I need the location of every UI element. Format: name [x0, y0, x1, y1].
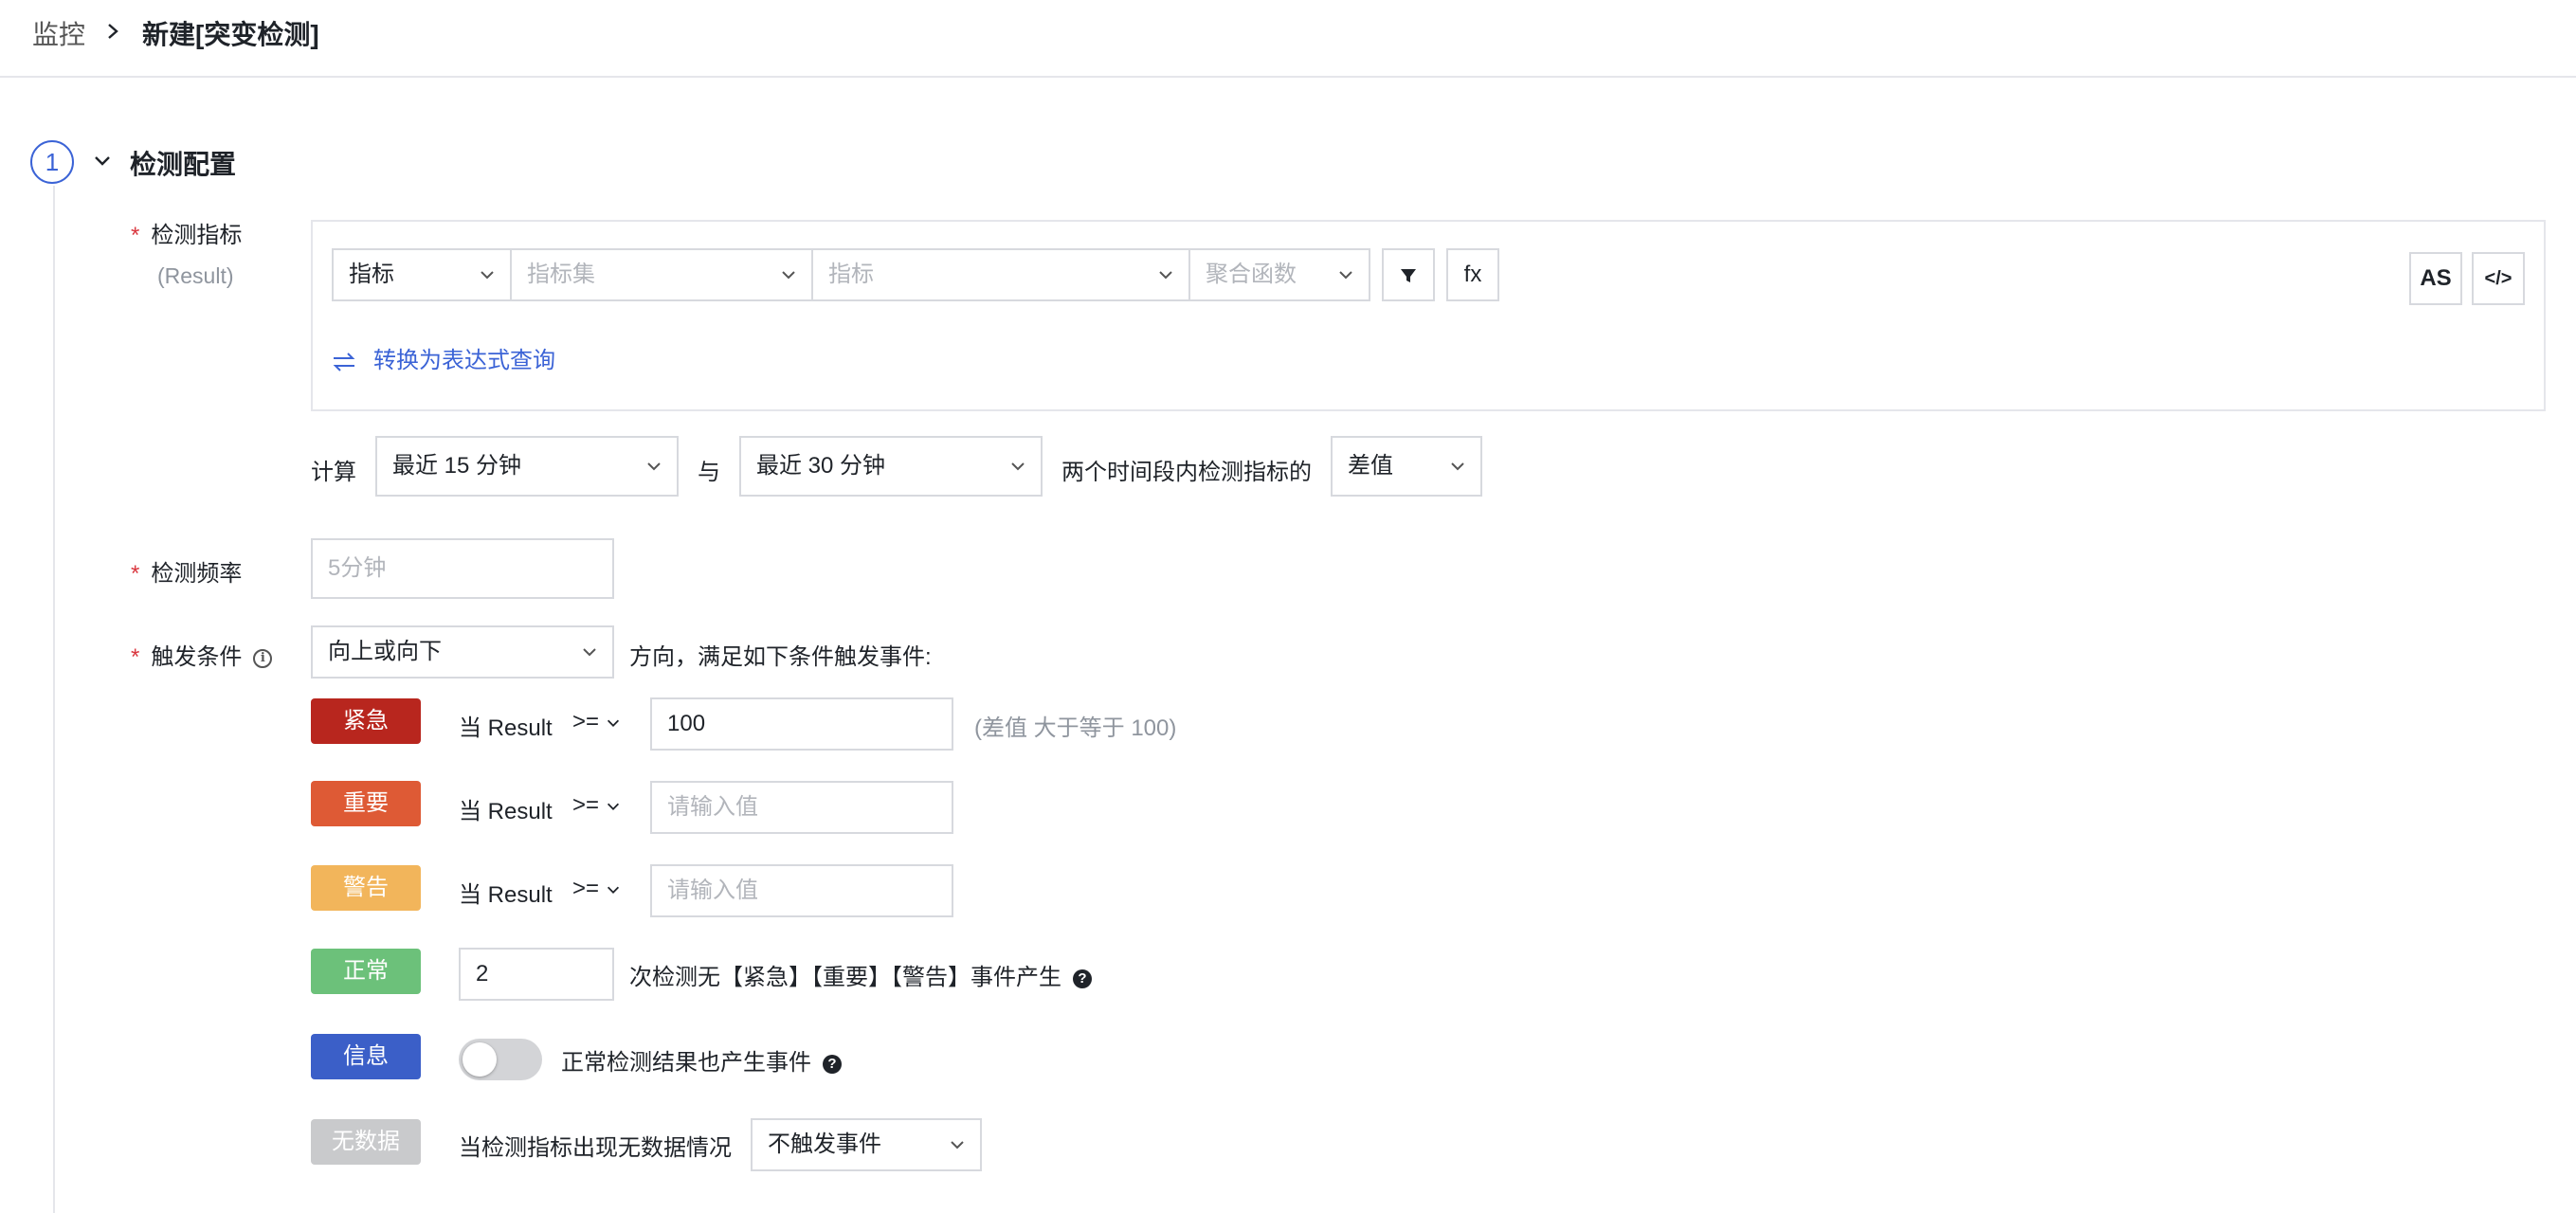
metric-select[interactable]: 指标 [811, 248, 1190, 301]
badge-normal: 正常 [311, 949, 421, 994]
help-icon[interactable]: ? [1073, 969, 1092, 988]
info-event-toggle[interactable] [459, 1039, 542, 1080]
function-button[interactable]: fx [1446, 248, 1499, 301]
header: 监控 新建[突变检测] [0, 0, 2576, 78]
trigger-label: * 触发条件 i [131, 638, 273, 671]
filter-icon [1401, 268, 1416, 282]
critical-prefix: 当 Result [459, 715, 553, 741]
nodata-desc: 当检测指标出现无数据情况 [459, 1135, 732, 1161]
aggregate-select[interactable]: 聚合函数 [1188, 248, 1370, 301]
compute-label: 计算 [311, 460, 356, 485]
normal-desc: 次检测无【紧急】【重要】【警告】事件产生? [629, 958, 1092, 991]
frequency-label: * 检测频率 [131, 561, 243, 587]
chevron-down-icon [647, 462, 661, 471]
toggle-knob [463, 1042, 497, 1077]
convert-expression-link[interactable]: 转换为表达式查询 [332, 341, 555, 374]
badge-critical: 紧急 [311, 698, 421, 744]
warning-operator-select[interactable]: >= [572, 876, 622, 902]
chevron-down-icon [782, 271, 795, 280]
time-range-2-select[interactable]: 最近 30 分钟 [739, 436, 1043, 497]
alias-button[interactable]: AS [2409, 252, 2462, 305]
chevron-down-icon [583, 648, 596, 657]
info-icon[interactable]: i [253, 648, 273, 668]
major-operator-select[interactable]: >= [572, 792, 622, 819]
major-threshold-input[interactable]: 请输入值 [650, 781, 953, 834]
section-title: 检测配置 [130, 150, 237, 179]
step-connector [53, 186, 55, 1213]
badge-major: 重要 [311, 781, 421, 826]
info-desc: 正常检测结果也产生事件? [561, 1043, 842, 1077]
chevron-down-icon[interactable] [91, 150, 114, 172]
chevron-down-icon [607, 719, 620, 727]
warning-threshold-input[interactable]: 请输入值 [650, 864, 953, 917]
chevron-down-icon [1451, 462, 1464, 471]
chevron-right-icon [108, 24, 118, 39]
chevron-down-icon [607, 803, 620, 810]
chevron-down-icon [607, 886, 620, 894]
help-icon[interactable]: ? [823, 1054, 842, 1074]
chevron-down-icon [481, 271, 494, 280]
badge-warning: 警告 [311, 865, 421, 911]
direction-desc: 方向，满足如下条件触发事件: [629, 644, 932, 670]
compute-with: 与 [698, 460, 720, 485]
metric-label: * 检测指标 [131, 223, 243, 248]
critical-hint: (差值 大于等于 100) [974, 715, 1177, 741]
frequency-input[interactable]: 5分钟 [311, 538, 614, 599]
direction-select[interactable]: 向上或向下 [311, 625, 614, 679]
critical-operator-select[interactable]: >= [572, 709, 622, 735]
critical-threshold-input[interactable]: 100 [650, 697, 953, 751]
normal-count-input[interactable]: 2 [459, 948, 614, 1001]
compute-desc: 两个时间段内检测指标的 [1061, 460, 1312, 485]
query-type-select[interactable]: 指标 [332, 248, 512, 301]
metric-set-select[interactable]: 指标集 [510, 248, 813, 301]
swap-icon [333, 352, 355, 371]
chevron-down-icon [1339, 271, 1352, 280]
chevron-down-icon [951, 1141, 964, 1150]
chevron-down-icon [1159, 271, 1172, 280]
badge-info: 信息 [311, 1034, 421, 1079]
metric-sublabel: (Result) [157, 263, 234, 288]
nodata-select[interactable]: 不触发事件 [751, 1118, 982, 1171]
time-range-1-select[interactable]: 最近 15 分钟 [375, 436, 679, 497]
badge-nodata: 无数据 [311, 1119, 421, 1165]
filter-button[interactable] [1382, 248, 1435, 301]
code-icon[interactable]: </> [2472, 252, 2525, 305]
chevron-down-icon [1011, 462, 1025, 471]
major-prefix: 当 Result [459, 799, 553, 824]
step-number: 1 [30, 140, 74, 184]
compute-mode-select[interactable]: 差值 [1331, 436, 1482, 497]
page-title: 新建[突变检测] [142, 20, 319, 49]
warning-prefix: 当 Result [459, 882, 553, 908]
breadcrumb-root[interactable]: 监控 [32, 14, 85, 52]
